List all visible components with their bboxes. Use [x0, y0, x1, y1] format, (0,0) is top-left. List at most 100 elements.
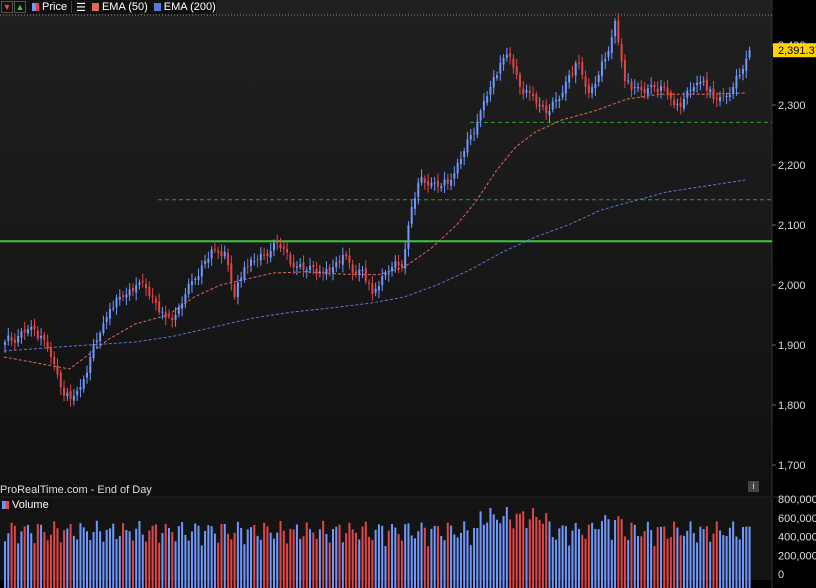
volume-bar: [151, 525, 154, 588]
ema50-legend-label[interactable]: EMA (50): [102, 1, 148, 13]
candle-body: [597, 75, 600, 83]
candle-body: [515, 66, 518, 75]
candle-body: [535, 94, 538, 104]
candle-body: [499, 63, 502, 74]
volume-bar: [112, 523, 115, 588]
candle-body: [99, 333, 102, 342]
candle-body: [253, 261, 256, 262]
volume-bar: [643, 531, 646, 588]
candle-body: [364, 268, 367, 282]
volume-bar: [696, 542, 699, 588]
candle-body: [115, 297, 118, 308]
volume-bar: [361, 526, 364, 588]
volume-bar: [410, 535, 413, 588]
candle-body: [220, 251, 223, 257]
candle-body: [643, 88, 646, 93]
volume-bar: [118, 535, 121, 588]
candle-body: [197, 276, 200, 281]
candle-body: [108, 309, 111, 319]
volume-bar: [646, 521, 649, 588]
candle-body: [53, 356, 56, 365]
info-icon[interactable]: i: [748, 481, 759, 492]
candle-body: [518, 74, 521, 87]
volume-bar: [391, 524, 394, 588]
volume-bar: [548, 521, 551, 588]
candle-body: [338, 260, 341, 263]
volume-bar: [148, 530, 151, 588]
volume-bar: [276, 532, 279, 588]
candle-body: [46, 341, 49, 349]
candle-body: [105, 316, 108, 322]
volume-bar: [673, 521, 676, 588]
candle-body: [436, 180, 439, 187]
candle-body: [43, 334, 46, 340]
volume-bar: [328, 542, 331, 588]
candle-body: [240, 277, 243, 281]
candle-body: [332, 267, 334, 273]
candle-body: [430, 183, 433, 187]
volume-bar: [650, 530, 653, 588]
price-chart[interactable]: 2,5002,4002,3002,2002,1002,0001,9001,800…: [0, 0, 816, 588]
collapse-icon[interactable]: ▼: [1, 1, 13, 13]
volume-bar: [564, 526, 567, 588]
volume-bar: [161, 533, 164, 588]
candle-body: [341, 255, 344, 265]
volume-bar: [358, 539, 361, 588]
candle-body: [732, 87, 735, 94]
volume-bar: [92, 531, 95, 588]
candle-body: [512, 58, 515, 68]
volume-bar: [348, 522, 351, 588]
volume-bar: [502, 516, 505, 588]
volume-bar: [414, 538, 416, 588]
candle-body: [404, 249, 407, 269]
candle-body: [466, 139, 469, 153]
candle-body: [181, 303, 184, 309]
volume-bar: [223, 523, 226, 588]
volume-bar: [325, 534, 328, 588]
candle-body: [555, 99, 558, 102]
candle-body: [289, 253, 292, 265]
last-price-label: 2,391.37: [778, 45, 816, 57]
candle-body: [479, 111, 482, 121]
volume-bar: [289, 528, 292, 588]
price-tick-label: 2,300: [778, 100, 806, 112]
candle-body: [371, 283, 374, 294]
volume-bar: [692, 533, 695, 588]
expand-icon[interactable]: ▲: [14, 1, 26, 13]
candle-body: [312, 264, 315, 267]
volume-legend-label[interactable]: Volume: [12, 499, 49, 511]
ema200-legend-label[interactable]: EMA (200): [164, 1, 216, 13]
menu-icon[interactable]: ☰: [76, 1, 86, 14]
candle-body: [279, 243, 282, 249]
volume-bar: [4, 541, 6, 588]
candle-body: [335, 262, 338, 268]
candle-body: [194, 279, 197, 280]
volume-bar: [233, 532, 236, 588]
candle-body: [168, 316, 170, 318]
volume-bar: [72, 535, 75, 588]
volume-bar: [558, 528, 561, 588]
candle-body: [200, 265, 203, 277]
candle-body: [69, 391, 72, 399]
volume-bar: [482, 524, 485, 588]
candle-body: [148, 286, 151, 296]
price-legend-label[interactable]: Price: [42, 1, 67, 13]
volume-bar: [633, 524, 636, 588]
volume-bar: [30, 533, 33, 588]
source-note: ProRealTime.com - End of Day: [0, 484, 152, 496]
candle-body: [705, 79, 708, 91]
price-tick-label: 1,900: [778, 340, 806, 352]
price-tick-label: 1,700: [778, 460, 806, 472]
volume-bar: [660, 526, 662, 588]
candle-body: [49, 347, 52, 357]
volume-bar: [528, 519, 531, 588]
candle-body: [86, 372, 88, 378]
volume-bar: [538, 519, 541, 588]
volume-bar: [456, 537, 459, 588]
price-axis[interactable]: 2,5002,4002,3002,2002,1002,0001,9001,800…: [772, 0, 806, 472]
volume-bar: [131, 540, 134, 588]
volume-bar: [364, 521, 367, 588]
candle-body: [89, 357, 92, 373]
volume-bar: [453, 534, 456, 588]
volume-bar: [535, 516, 538, 588]
